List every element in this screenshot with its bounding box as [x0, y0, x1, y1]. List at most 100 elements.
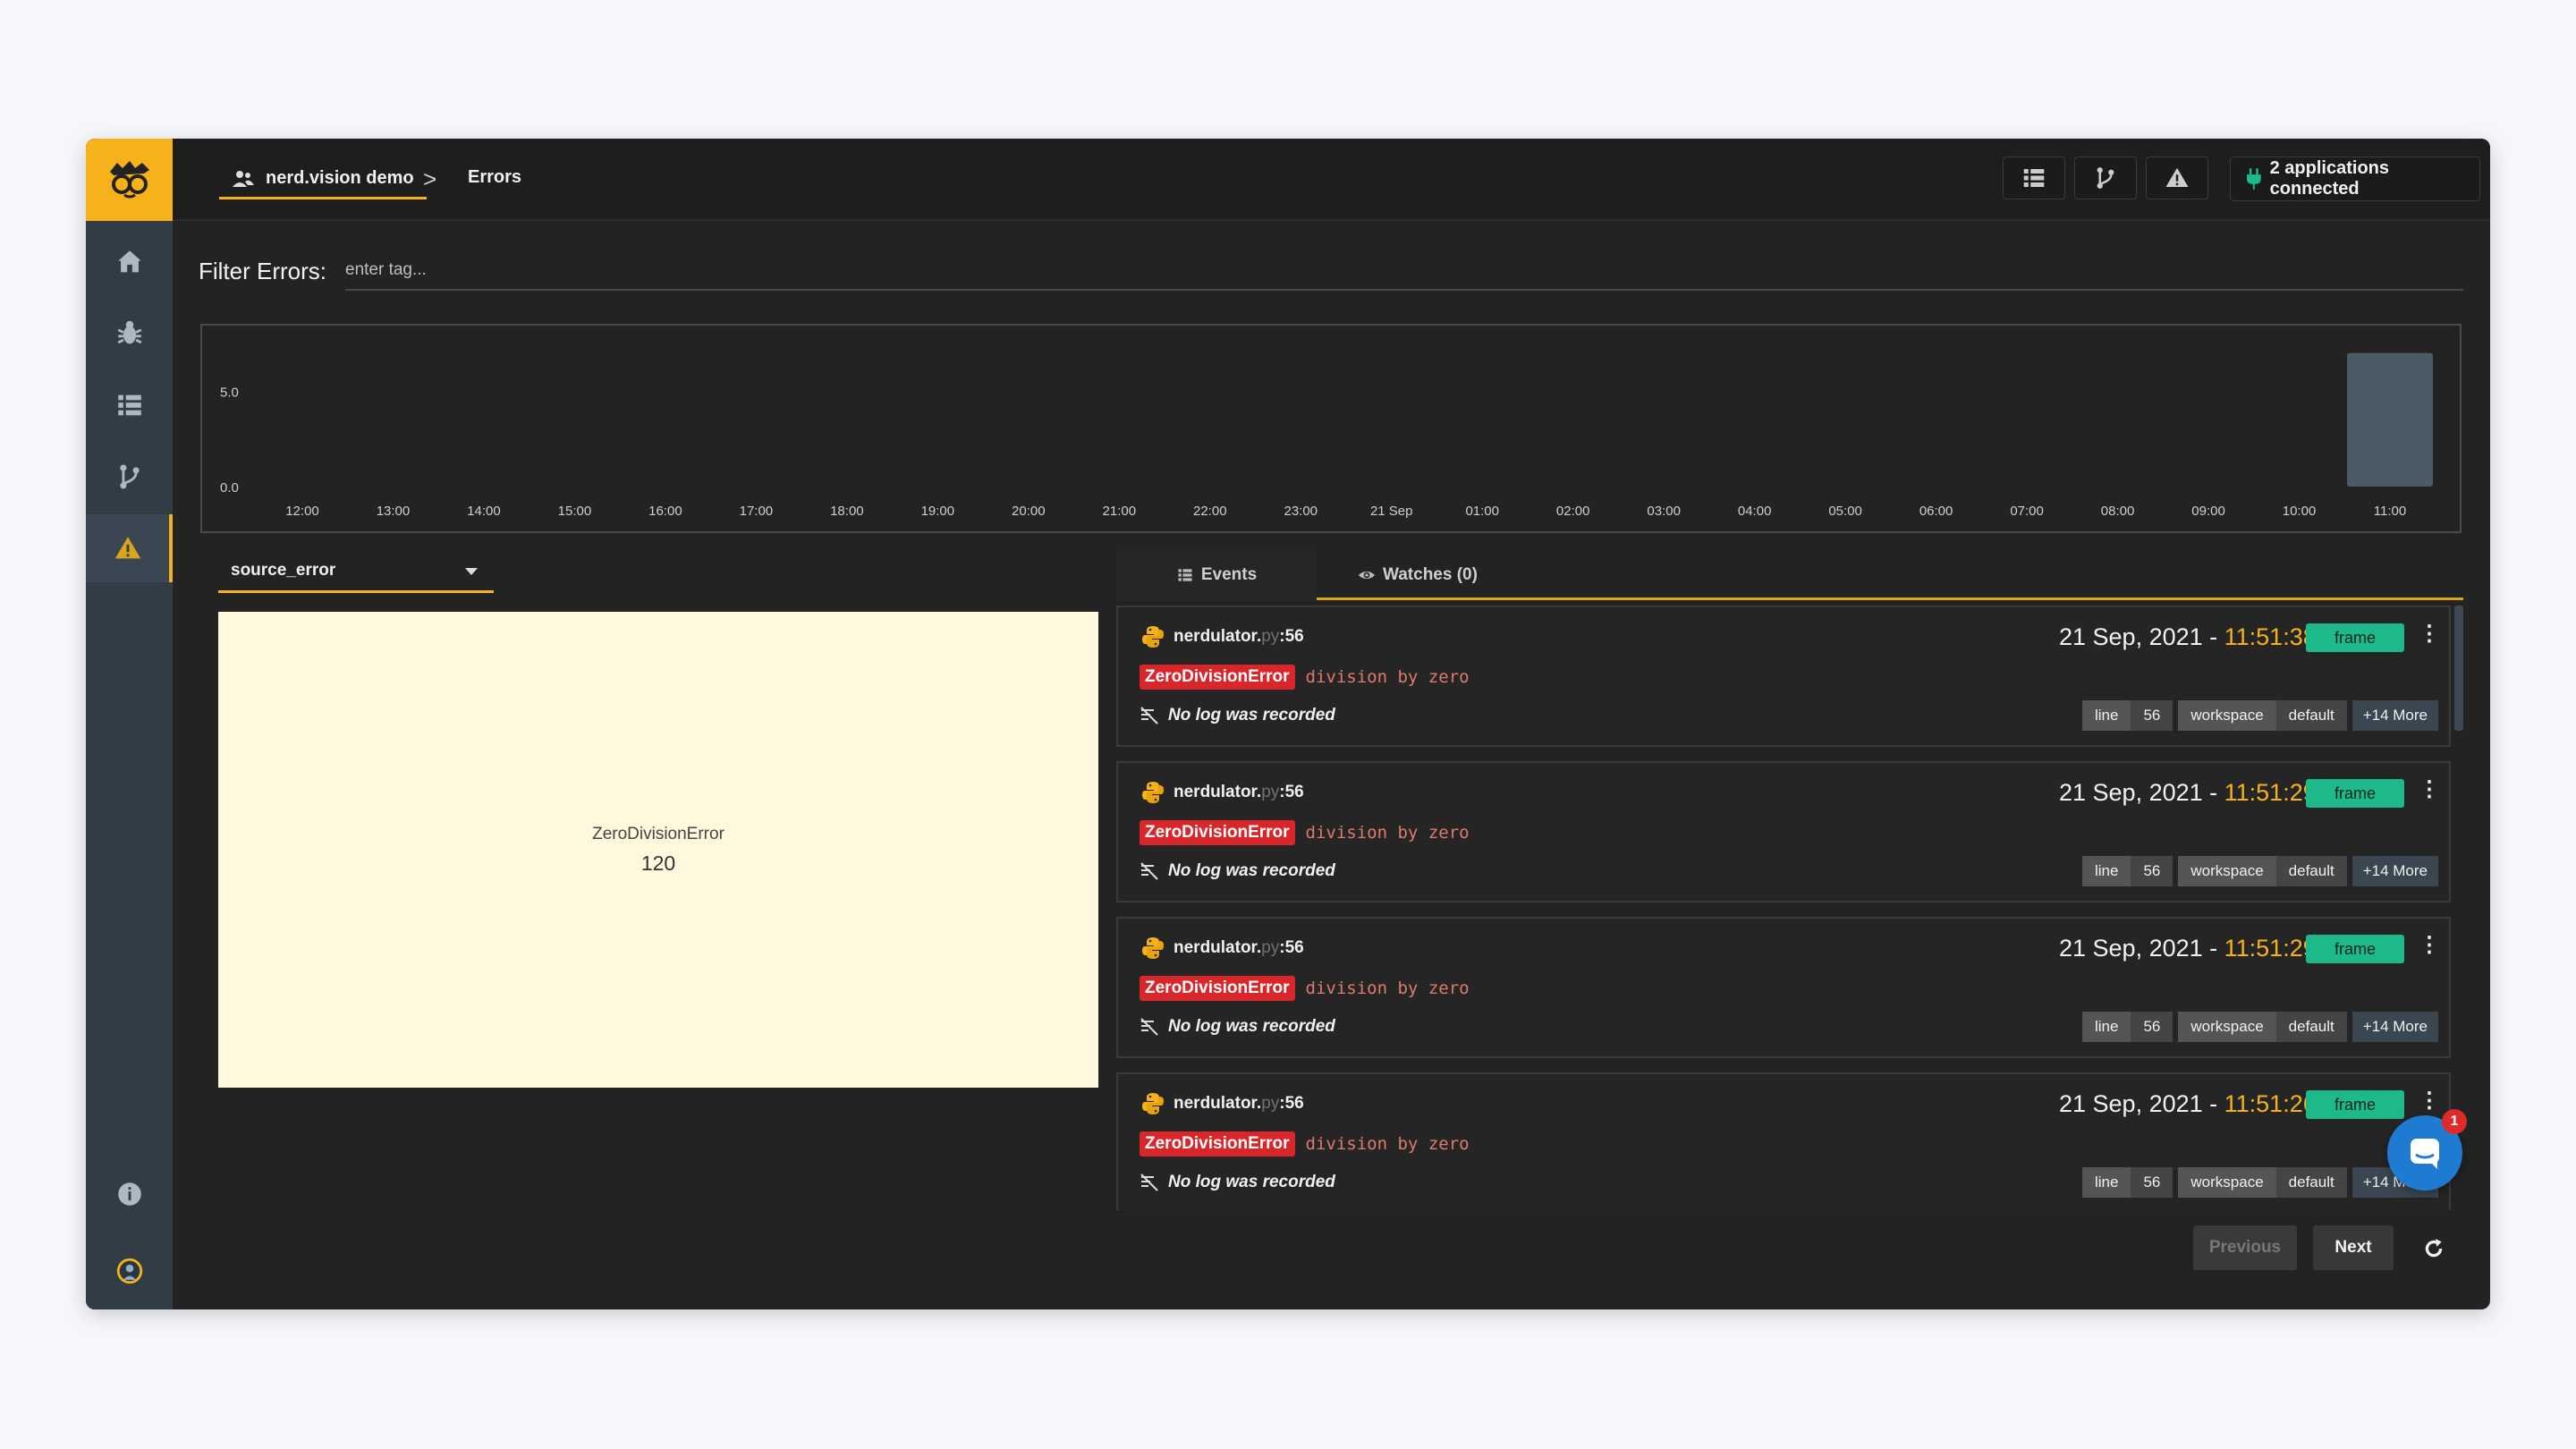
x-tick-label: 11:00 — [2374, 504, 2406, 519]
next-page-button[interactable]: Next — [2313, 1225, 2394, 1270]
exception-badge: ZeroDivisionError — [1140, 976, 1295, 1001]
nerdvision-logo[interactable] — [86, 139, 173, 221]
exception-message: division by zero — [1305, 979, 1470, 998]
x-tick-label: 23:00 — [1284, 504, 1318, 519]
home-icon — [117, 250, 141, 273]
event-type-badge[interactable]: frame — [2306, 623, 2404, 652]
tag-chip[interactable]: line 56 — [2082, 1167, 2174, 1198]
event-exception: ZeroDivisionError division by zero — [1140, 1131, 1470, 1157]
x-tick-label: 02:00 — [1556, 504, 1590, 519]
list-icon — [117, 394, 141, 416]
event-timestamp: 21 Sep, 2021 - 11:51:29 — [2059, 779, 2317, 806]
event-menu-icon[interactable]: ⋮ — [2419, 623, 2440, 645]
event-file: nerdulator.py:56 — [1141, 936, 1304, 960]
sidebar — [86, 139, 173, 1309]
tab-watches-label: Watches (0) — [1383, 565, 1478, 584]
x-tick-label: 18:00 — [830, 504, 864, 519]
list-icon — [2023, 169, 2045, 187]
tab-events[interactable]: Events — [1116, 550, 1317, 600]
x-tick-label: 17:00 — [740, 504, 774, 519]
histogram-svg: 5.0 0.0 12:00 13:00 14:00 15:00 16:00 17:00 18:0… — [220, 352, 2433, 519]
event-card[interactable]: nerdulator.py:56 ZeroDivisionError divis… — [1116, 917, 2451, 1058]
sidebar-item-info[interactable] — [86, 1160, 173, 1228]
event-card[interactable]: nerdulator.py:56 ZeroDivisionError divis… — [1116, 1072, 2451, 1210]
sidebar-item-errors[interactable] — [86, 514, 173, 582]
tag-chip[interactable]: workspace default — [2178, 856, 2347, 886]
tag-chip[interactable]: workspace default — [2178, 1167, 2347, 1198]
tag-chip[interactable]: line 56 — [2082, 1012, 2174, 1042]
event-timestamp: 21 Sep, 2021 - 11:51:26 — [2059, 1090, 2317, 1117]
sidebar-user-avatar[interactable] — [86, 1237, 173, 1305]
x-tick-label: 14:00 — [467, 504, 501, 519]
x-tick-label: 21:00 — [1103, 504, 1137, 519]
event-exception: ZeroDivisionError division by zero — [1140, 665, 1470, 690]
x-tick-label: 07:00 — [2010, 504, 2044, 519]
group-by-tag-select[interactable]: source_error — [218, 550, 494, 593]
sidebar-item-debugger[interactable] — [86, 300, 173, 368]
tag-chip-value: default — [2275, 1012, 2347, 1042]
breadcrumb-workspace-label: nerd.vision demo — [266, 168, 414, 188]
applications-connected-button[interactable]: 2 applications connected — [2230, 157, 2480, 201]
alerts-button[interactable] — [2146, 157, 2208, 199]
x-tick-label: 12:00 — [285, 504, 319, 519]
tag-chip[interactable]: line 56 — [2082, 700, 2174, 731]
sidebar-item-git[interactable] — [86, 443, 173, 511]
git-button[interactable] — [2074, 157, 2137, 199]
warning-icon — [114, 537, 140, 559]
event-menu-icon[interactable]: ⋮ — [2419, 779, 2440, 801]
event-card[interactable]: nerdulator.py:56 ZeroDivisionError divis… — [1116, 606, 2451, 747]
group-by-tag-value: source_error — [231, 560, 336, 580]
event-type-badge[interactable]: frame — [2306, 935, 2404, 963]
exception-badge: ZeroDivisionError — [1140, 665, 1295, 690]
tag-chip-key: line — [2082, 1167, 2131, 1198]
event-menu-icon[interactable]: ⋮ — [2419, 1090, 2440, 1112]
x-tick-label: 05:00 — [1828, 504, 1862, 519]
list-view-button[interactable] — [2003, 157, 2065, 199]
more-tags-button[interactable]: +14 More — [2351, 700, 2438, 731]
event-file-name: nerdulator.py:56 — [1174, 1094, 1304, 1113]
x-tick-label: 22:00 — [1193, 504, 1227, 519]
sidebar-item-home[interactable] — [86, 228, 173, 296]
event-card[interactable]: nerdulator.py:56 ZeroDivisionError divis… — [1116, 761, 2451, 902]
event-menu-icon[interactable]: ⋮ — [2419, 935, 2440, 956]
event-file-name: nerdulator.py:56 — [1174, 627, 1304, 646]
tag-chip[interactable]: workspace default — [2178, 700, 2347, 731]
tag-chip[interactable]: workspace default — [2178, 1012, 2347, 1042]
eye-icon — [1358, 571, 1376, 580]
refresh-icon[interactable] — [2422, 1237, 2445, 1260]
x-tick-label: 16:00 — [648, 504, 682, 519]
event-log-status: No log was recorded — [1140, 706, 1335, 725]
event-type-badge[interactable]: frame — [2306, 1090, 2404, 1119]
tag-chip-value: default — [2275, 856, 2347, 886]
more-tags-button[interactable]: +14 More — [2351, 1012, 2438, 1042]
event-tags: line 56 workspace default +14 More — [2082, 1167, 2438, 1198]
error-treemap-cell[interactable]: ZeroDivisionError 120 — [218, 612, 1098, 1088]
more-tags-button[interactable]: +14 More — [2351, 856, 2438, 886]
event-tags: line 56 workspace default +14 More — [2082, 856, 2438, 886]
events-scrollbar[interactable] — [2454, 606, 2463, 731]
breadcrumb-separator: > — [423, 165, 437, 192]
caret-down-icon — [465, 568, 478, 575]
breadcrumb-workspace[interactable]: nerd.vision demo — [219, 160, 427, 199]
python-icon — [1142, 1093, 1164, 1114]
avatar-icon — [116, 1258, 142, 1284]
tag-chip-value: 56 — [2131, 700, 2174, 731]
x-tick-label: 21 Sep — [1370, 504, 1413, 519]
bug-icon — [117, 320, 141, 344]
python-icon — [1142, 626, 1164, 648]
x-tick-label: 20:00 — [1012, 504, 1046, 519]
event-type-badge[interactable]: frame — [2306, 779, 2404, 808]
tab-watches[interactable]: Watches (0) — [1358, 550, 1492, 600]
histogram-bar[interactable] — [2347, 352, 2433, 487]
git-branch-icon — [119, 464, 140, 489]
python-icon — [1142, 937, 1164, 959]
sidebar-item-events[interactable] — [86, 371, 173, 439]
tag-chip[interactable]: line 56 — [2082, 856, 2174, 886]
event-exception: ZeroDivisionError division by zero — [1140, 976, 1470, 1001]
exception-message: division by zero — [1305, 1134, 1470, 1154]
warning-icon — [2165, 167, 2189, 187]
previous-page-button[interactable]: Previous — [2193, 1225, 2297, 1270]
treemap-error-count: 120 — [640, 851, 676, 875]
filter-tag-input[interactable] — [345, 251, 2463, 291]
x-tick-label: 04:00 — [1738, 504, 1772, 519]
